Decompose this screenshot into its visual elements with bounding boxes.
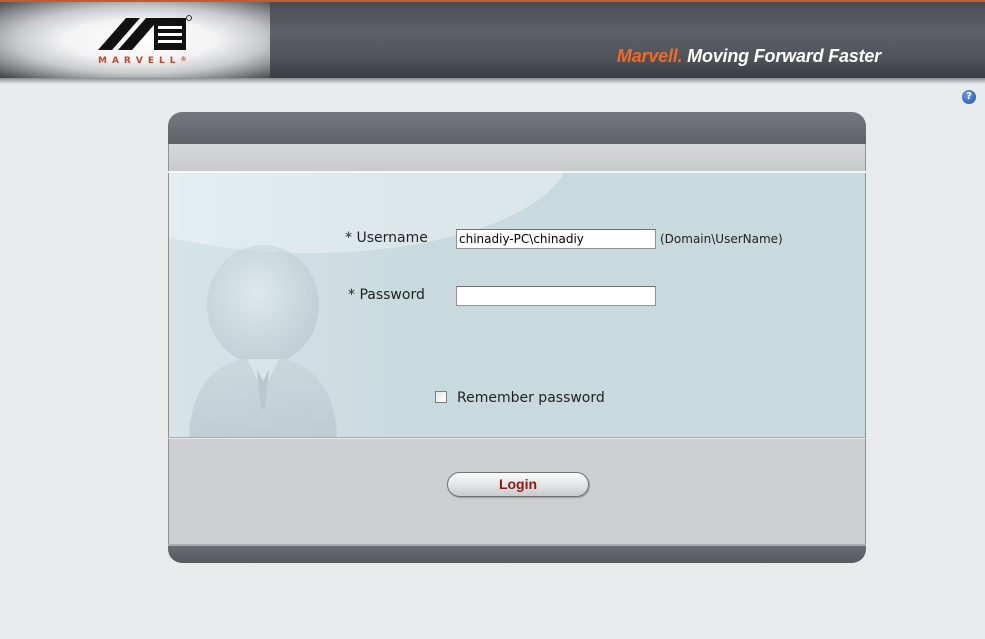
remember-password-checkbox[interactable] [435,391,447,403]
username-label: * Username [345,230,428,246]
tagline: Marvell. Moving Forward Faster [617,46,881,67]
username-input[interactable] [456,229,656,249]
tagline-brand: Marvell. [616,46,683,66]
tagline-text: Moving Forward Faster [682,46,881,66]
marvell-logo-icon [98,15,192,50]
login-form-area: * Username (Domain\UserName) * Password … [168,173,866,438]
user-avatar-icon [189,245,337,437]
panel-bottom-bar [168,544,866,563]
login-button[interactable]: Login [447,472,589,497]
remember-password-label[interactable]: Remember password [457,390,605,406]
help-icon[interactable]: ? [962,90,976,104]
login-page: MARVELL® Marvell. Moving Forward Faster … [0,0,985,639]
password-label: * Password [348,287,425,303]
panel-header-bar [168,112,866,144]
username-format-hint: (Domain\UserName) [660,232,783,246]
logo-area: MARVELL® [0,2,270,78]
password-input[interactable] [456,286,656,306]
logo-wordmark: MARVELL® [98,56,187,66]
banner-shadow [0,78,985,84]
login-panel: * Username (Domain\UserName) * Password … [168,112,866,563]
panel-subheader [168,144,866,171]
header-banner: MARVELL® Marvell. Moving Forward Faster [0,0,985,78]
